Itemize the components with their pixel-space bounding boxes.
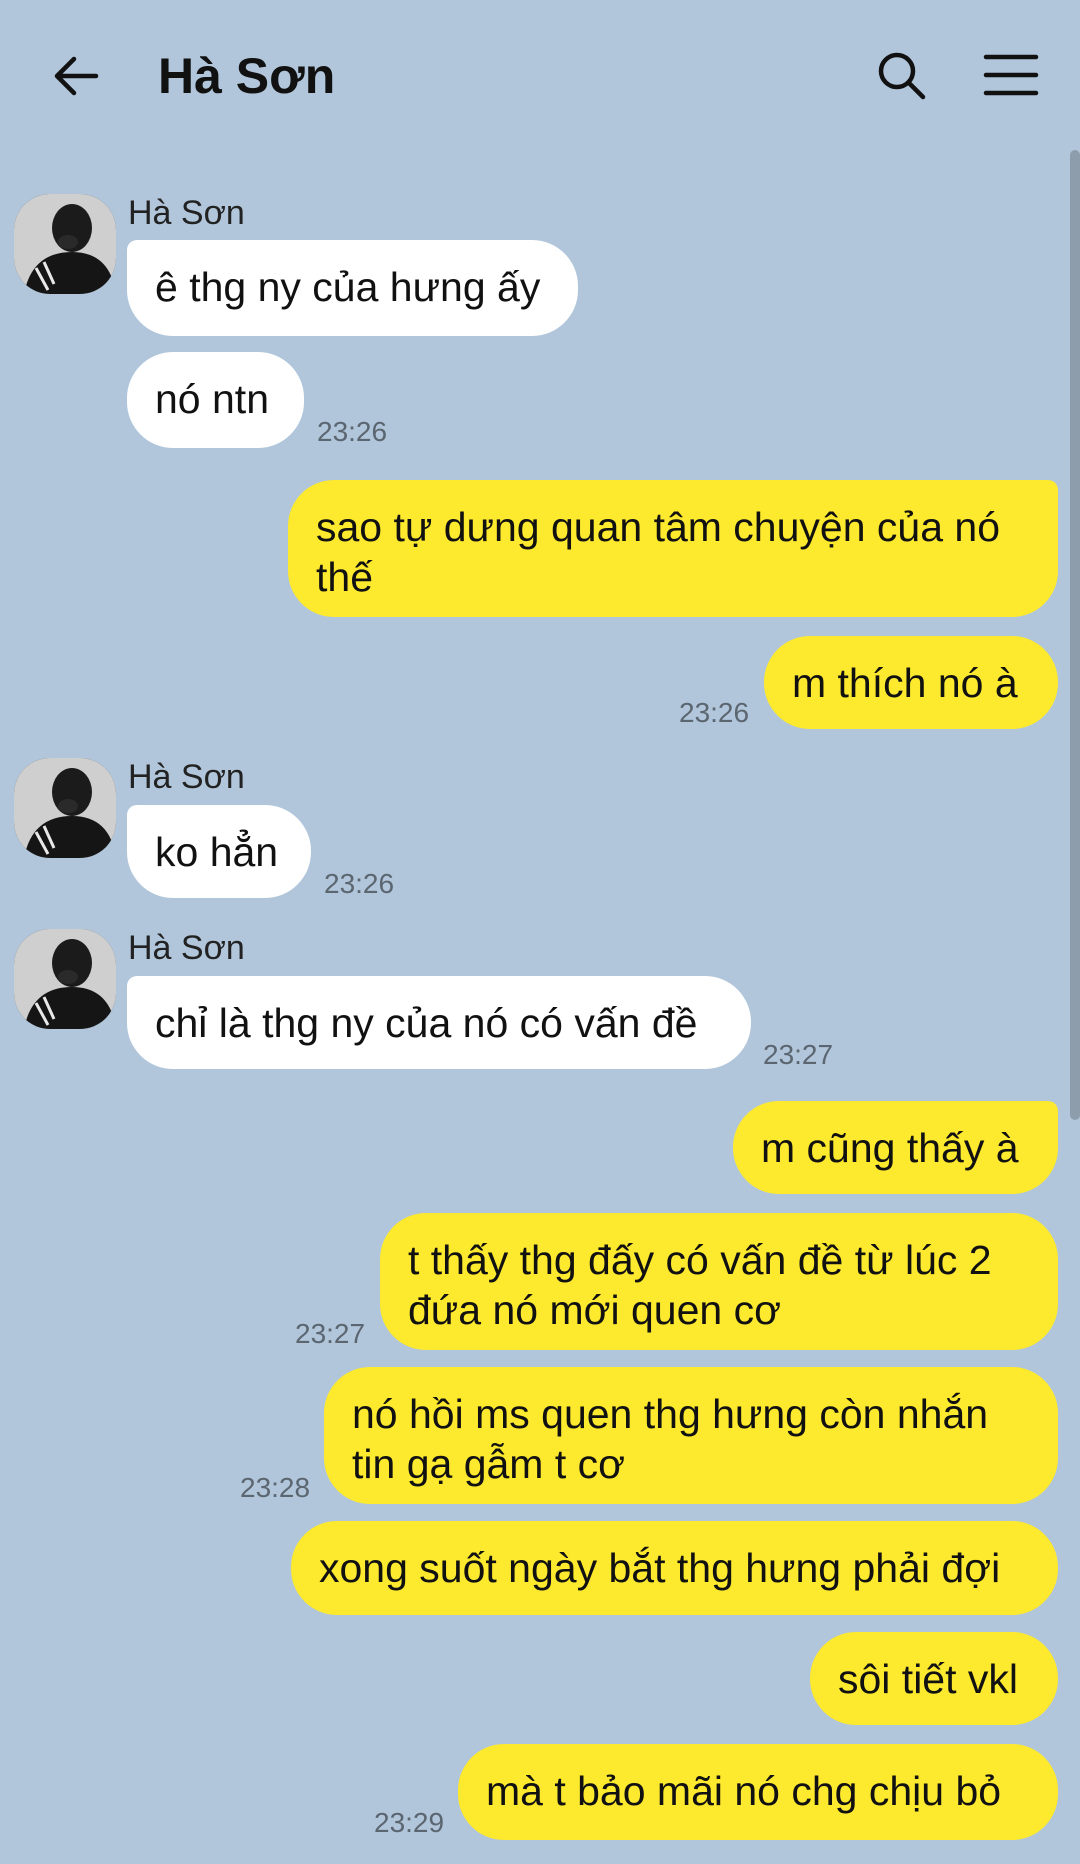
avatar[interactable]	[14, 194, 116, 294]
sender-name: Hà Sơn	[128, 758, 245, 796]
message-timestamp: 23:28	[240, 1472, 311, 1503]
message-bubble-incoming[interactable]: ê thg ny của hưng ấy	[127, 240, 578, 336]
chat-title: Hà Sơn	[158, 48, 336, 104]
message-bubble-outgoing[interactable]: m thích nó à	[764, 636, 1058, 729]
sender-name: Hà Sơn	[128, 194, 245, 232]
message-bubble-outgoing[interactable]: mà t bảo mãi nó chg chịu bỏ	[458, 1744, 1058, 1840]
avatar[interactable]	[14, 929, 116, 1029]
scrollbar[interactable]	[1070, 150, 1080, 1120]
avatar-image	[14, 758, 116, 858]
message-timestamp: 23:26	[317, 416, 388, 447]
menu-button[interactable]	[974, 38, 1048, 112]
arrow-left-icon	[54, 56, 99, 96]
message-timestamp: 23:26	[679, 697, 750, 728]
message-bubble-incoming[interactable]: nó ntn	[127, 352, 304, 448]
chat-screen: Hà Sơn Hà Sơn ê thg ny của hưng ấy nó nt…	[0, 0, 1080, 1864]
message-bubble-outgoing[interactable]: xong suốt ngày bắt thg hưng phải đợi	[291, 1521, 1058, 1615]
avatar-image	[14, 194, 116, 294]
message-bubble-outgoing[interactable]: t thấy thg đấy có vấn đề từ lúc 2 đứa nó…	[380, 1213, 1058, 1350]
message-bubble-outgoing[interactable]: m cũng thấy à	[733, 1101, 1058, 1194]
message-timestamp: 23:26	[324, 868, 395, 899]
avatar[interactable]	[14, 758, 116, 858]
chat-header: Hà Sơn	[0, 0, 1080, 150]
sender-name: Hà Sơn	[128, 929, 245, 967]
message-bubble-incoming[interactable]: chỉ là thg ny của nó có vấn đề	[127, 976, 751, 1069]
message-timestamp: 23:29	[374, 1807, 445, 1838]
message-timestamp: 23:27	[295, 1318, 366, 1349]
search-button[interactable]	[864, 38, 938, 112]
message-timestamp: 23:27	[763, 1039, 834, 1070]
message-bubble-outgoing[interactable]: sôi tiết vkl	[810, 1632, 1058, 1725]
hamburger-menu-icon	[983, 54, 1039, 96]
message-bubble-outgoing[interactable]: sao tự dưng quan tâm chuyện của nó thế	[288, 480, 1058, 617]
avatar-image	[14, 929, 116, 1029]
message-bubble-incoming[interactable]: ko hẳn	[127, 805, 311, 898]
message-bubble-outgoing[interactable]: nó hồi ms quen thg hưng còn nhắn tin gạ …	[324, 1367, 1058, 1504]
back-button[interactable]	[40, 40, 112, 112]
search-icon	[878, 52, 926, 100]
